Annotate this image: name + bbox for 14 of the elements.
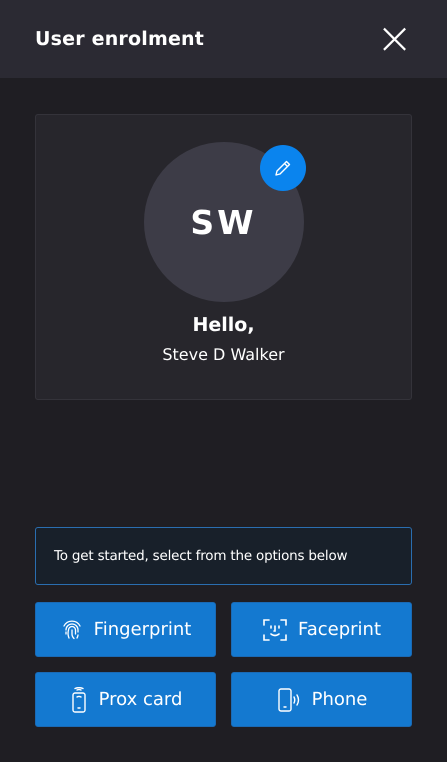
face-scan-icon xyxy=(262,616,288,642)
window-title: User enrolment xyxy=(35,28,204,50)
edit-button[interactable] xyxy=(260,145,306,191)
avatar: SW xyxy=(144,142,304,302)
phone-icon xyxy=(276,686,302,712)
info-message: To get started, select from the options below xyxy=(35,527,412,585)
prox-card-button[interactable]: Prox card xyxy=(35,672,216,727)
faceprint-button[interactable]: Faceprint xyxy=(231,602,412,657)
pencil-icon xyxy=(272,158,292,178)
close-button[interactable]: × xyxy=(376,17,413,61)
fingerprint-button[interactable]: Fingerprint xyxy=(35,602,216,657)
greeting: Hello, xyxy=(192,314,255,336)
phone-button[interactable]: Phone xyxy=(231,672,412,727)
user-name: Steve D Walker xyxy=(162,345,285,364)
